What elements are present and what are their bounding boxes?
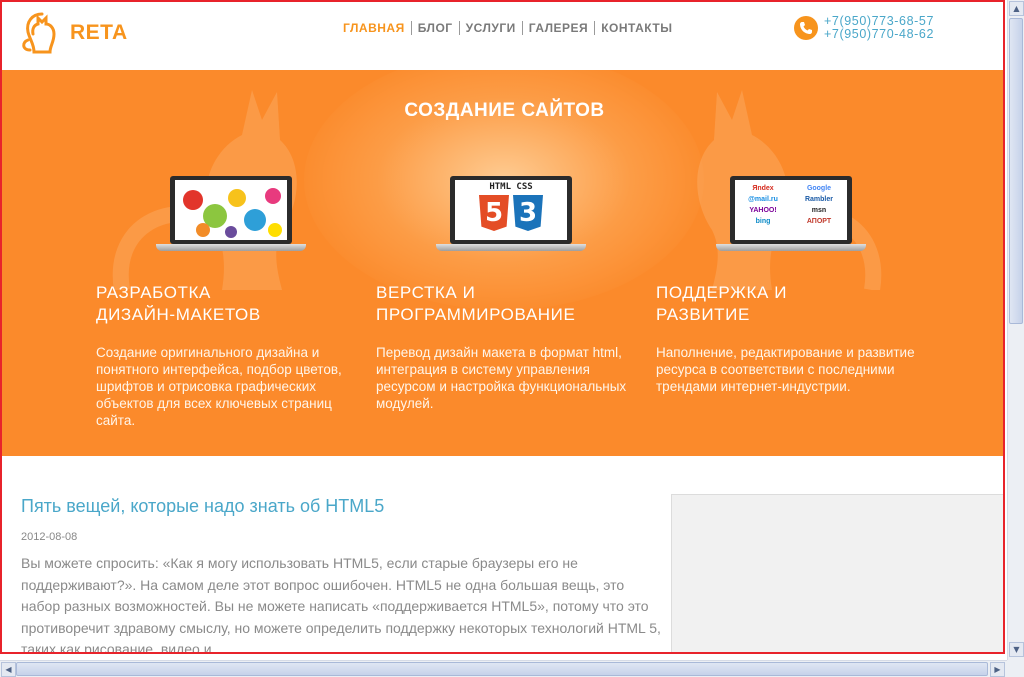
logo-bing: bing <box>755 218 771 225</box>
hero-title: СОЗДАНИЕ САЙТОВ <box>404 100 605 121</box>
nav-item-home[interactable]: ГЛАВНАЯ <box>343 21 411 35</box>
horizontal-scroll-thumb[interactable] <box>16 662 988 676</box>
nav-item-blog[interactable]: БЛОГ <box>410 21 459 35</box>
logo-msn: msn <box>811 207 827 214</box>
site-header: RETA ГЛАВНАЯ БЛОГ УСЛУГИ ГАЛЕРЕЯ КОНТАКТ… <box>2 2 1003 70</box>
service-support: Яndex Google @mail.ru Rambler YAHOO! msn… <box>656 176 916 395</box>
service-support-text: Наполнение, редактирование и развитие ре… <box>656 345 915 394</box>
logo-google: Google <box>806 185 832 192</box>
nav-item-gallery[interactable]: ГАЛЕРЕЯ <box>521 21 594 35</box>
vertical-scrollbar[interactable]: ▲ ▼ <box>1007 0 1024 660</box>
scroll-down-icon[interactable]: ▼ <box>1009 642 1024 657</box>
laptop-icon <box>156 176 306 258</box>
post-date: 2012-08-08 <box>21 531 78 543</box>
phone-number-2[interactable]: +7(950)770-48-62 <box>824 28 934 41</box>
logo-text: RETA <box>70 21 128 44</box>
logo-aport: АПОРТ <box>806 218 832 225</box>
nav-item-contacts[interactable]: КОНТАКТЫ <box>594 21 678 35</box>
blog-post: Пять вещей, которые надо знать об HTML5 … <box>21 496 661 654</box>
cat-logo-icon <box>22 12 56 54</box>
paint-splash-image <box>183 188 282 238</box>
site-logo[interactable]: RETA <box>20 8 128 58</box>
service-design-title-2: ДИЗАЙН-МАКЕТОВ <box>96 305 261 324</box>
scroll-left-icon[interactable]: ◀ <box>1 662 16 677</box>
html5-badge: 5 <box>479 195 509 231</box>
service-design-text: Создание оригинального дизайна и понятно… <box>96 345 342 428</box>
sidebar <box>671 494 1003 652</box>
scroll-up-icon[interactable]: ▲ <box>1009 1 1024 16</box>
hero-banner: СОЗДАНИЕ САЙТОВ РАЗРАБОТКА ДИЗАЙН-МАКЕТО… <box>2 70 1003 456</box>
service-design-title-1: РАЗРАБОТКА <box>96 283 211 302</box>
browser-viewport: RETA ГЛАВНАЯ БЛОГ УСЛУГИ ГАЛЕРЕЯ КОНТАКТ… <box>0 0 1005 654</box>
vertical-scroll-thumb[interactable] <box>1009 18 1023 324</box>
logo-rambler: Rambler <box>804 196 833 203</box>
laptop-icon: Яndex Google @mail.ru Rambler YAHOO! msn… <box>716 176 866 258</box>
service-coding-title-1: ВЕРСТКА И <box>376 283 476 302</box>
logo-yandex: Яndex <box>752 185 774 192</box>
phone-block: +7(950)773-68-57 +7(950)770-48-62 <box>794 15 934 41</box>
logo-yahoo: YAHOO! <box>749 207 777 214</box>
horizontal-scrollbar[interactable]: ◀ ▶ <box>0 660 1007 677</box>
service-design: РАЗРАБОТКА ДИЗАЙН-МАКЕТОВ Создание ориги… <box>96 176 356 429</box>
service-coding-text: Перевод дизайн макета в формат html, инт… <box>376 345 627 411</box>
phone-icon <box>794 16 818 40</box>
scrollbar-corner <box>1007 660 1024 677</box>
service-coding-title-2: ПРОГРАММИРОВАНИЕ <box>376 305 576 324</box>
post-excerpt: Вы можете спросить: «Как я могу использо… <box>21 555 661 654</box>
scroll-right-icon[interactable]: ▶ <box>990 662 1005 677</box>
screen-label: HTML CSS <box>489 182 533 192</box>
logo-mailru: @mail.ru <box>748 196 778 203</box>
laptop-icon: HTML CSS 5 3 <box>436 176 586 258</box>
css3-badge: 3 <box>513 195 543 231</box>
main-nav: ГЛАВНАЯ БЛОГ УСЛУГИ ГАЛЕРЕЯ КОНТАКТЫ <box>343 21 678 35</box>
service-support-title-2: РАЗВИТИЕ <box>656 305 750 324</box>
service-coding: HTML CSS 5 3 ВЕРСТКА И ПРОГРАММИРОВАНИЕ … <box>376 176 636 412</box>
service-support-title-1: ПОДДЕРЖКА И <box>656 283 788 302</box>
post-title[interactable]: Пять вещей, которые надо знать об HTML5 <box>21 496 661 517</box>
nav-item-services[interactable]: УСЛУГИ <box>458 21 522 35</box>
